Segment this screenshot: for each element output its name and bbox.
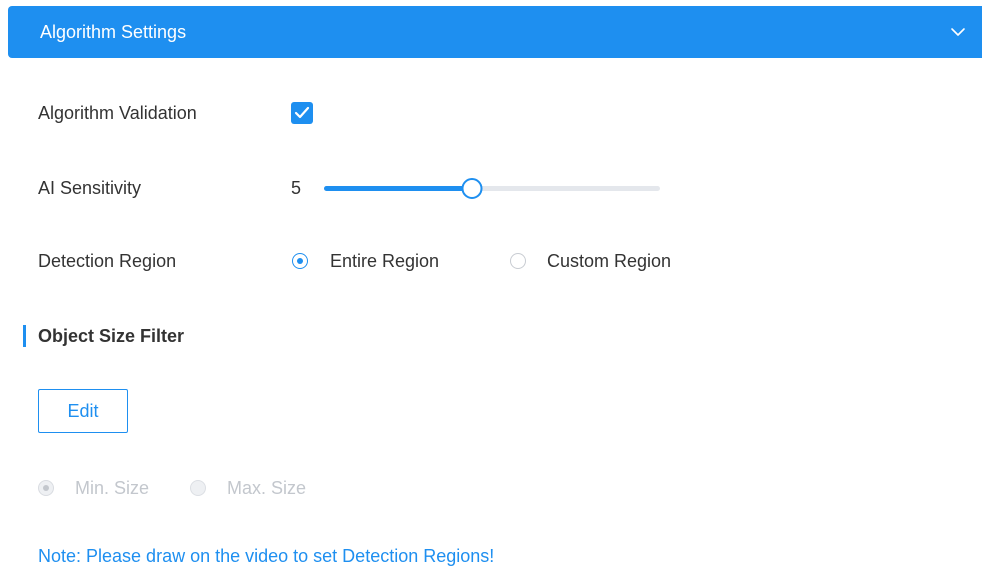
algorithm-settings-page: Algorithm Settings Algorithm Validation … <box>0 0 982 571</box>
min-size-label[interactable]: Min. Size <box>75 477 149 499</box>
chevron-down-icon[interactable] <box>948 22 968 42</box>
header-title: Algorithm Settings <box>40 22 187 42</box>
section-marker <box>23 325 26 347</box>
algorithm-settings-header[interactable]: Algorithm Settings <box>8 6 982 58</box>
algorithm-validation-label: Algorithm Validation <box>38 103 197 123</box>
custom-region-label[interactable]: Custom Region <box>547 250 671 272</box>
detection-region-label: Detection Region <box>38 251 177 271</box>
ai-sensitivity-label: AI Sensitivity <box>38 178 142 198</box>
slider-thumb[interactable] <box>461 178 483 199</box>
max-size-radio[interactable] <box>190 480 206 496</box>
checkmark-icon <box>294 106 310 119</box>
detection-region-note: Note: Please draw on the video to set De… <box>38 546 495 566</box>
algorithm-validation-checkbox[interactable] <box>291 102 313 124</box>
entire-region-radio[interactable] <box>292 253 308 269</box>
edit-button[interactable]: Edit <box>38 389 128 433</box>
custom-region-radio[interactable] <box>510 253 526 269</box>
object-size-filter-title: Object Size Filter <box>38 326 185 346</box>
slider-fill <box>324 186 472 191</box>
max-size-label[interactable]: Max. Size <box>227 477 306 499</box>
ai-sensitivity-slider[interactable] <box>324 178 660 199</box>
ai-sensitivity-value: 5 <box>291 178 302 198</box>
entire-region-label[interactable]: Entire Region <box>330 250 439 272</box>
min-size-radio[interactable] <box>38 480 54 496</box>
